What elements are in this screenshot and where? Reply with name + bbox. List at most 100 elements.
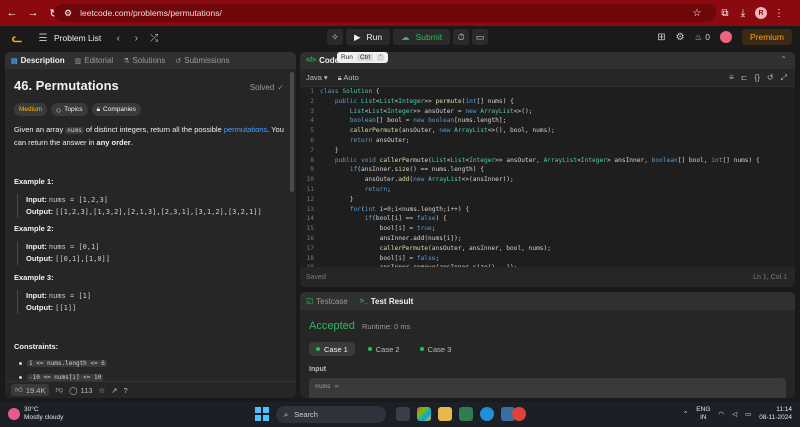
edge-browser-icon[interactable] <box>480 407 494 421</box>
taskbar-search[interactable]: ⌕ Search <box>276 406 386 423</box>
topics-tag[interactable]: ◇ Topics <box>51 103 88 116</box>
clock[interactable]: 11:14 08-11-2024 <box>759 406 792 422</box>
file-explorer-icon[interactable] <box>438 407 452 421</box>
streak-counter[interactable]: ♨ 0 <box>695 32 710 43</box>
like-button[interactable]: 👍︎ 19.4K <box>11 384 50 396</box>
difficulty-badge[interactable]: Medium <box>14 103 48 116</box>
code-line[interactable]: 6 return ansOuter; <box>300 136 795 146</box>
code-line[interactable]: 18 bool[i] = false; <box>300 254 795 264</box>
language-select[interactable]: Java ▾ <box>306 73 328 82</box>
address-bar[interactable]: ⚙ leetcode.com/problems/permutations/ <box>54 4 716 22</box>
weather-cloud-icon <box>8 408 20 420</box>
code-line[interactable]: 3 List<List<Integer>> ansOuter = new Arr… <box>300 107 795 117</box>
collapse-icon[interactable]: ⌃ <box>780 55 787 64</box>
tab-solutions[interactable]: ⚗ Solutions <box>123 56 165 65</box>
code-line[interactable]: 11 return; <box>300 185 795 195</box>
chevron-left-icon[interactable]: ‹ <box>111 31 125 45</box>
profile-avatar[interactable]: R <box>752 4 770 22</box>
case-tab-2[interactable]: Case 2 <box>361 342 407 356</box>
premium-button[interactable]: Premium <box>741 29 792 45</box>
layout-grid-icon[interactable]: ⊞ <box>657 32 665 43</box>
autocomplete-mode[interactable]: 🔒︎ Auto <box>338 73 359 83</box>
code-line[interactable]: 15 bool[i] = true; <box>300 224 795 234</box>
code-line[interactable]: 13 for(int i=0;i<nums.length;i++) { <box>300 205 795 215</box>
code-line[interactable]: 8 public void callerPermute(List<List<In… <box>300 156 795 166</box>
code-line[interactable]: 14 if(bool[i] == false) { <box>300 214 795 224</box>
wifi-icon[interactable]: ◠ <box>718 410 724 418</box>
code-text: bool[i] = false; <box>320 254 440 262</box>
back-arrow-icon[interactable]: ← <box>3 4 21 22</box>
user-avatar[interactable] <box>719 31 732 43</box>
shuffle-icon[interactable]: ⤮ <box>147 31 161 45</box>
notes-icon[interactable]: ▭ <box>472 29 489 45</box>
reset-icon[interactable]: ↺ <box>767 73 774 83</box>
chevron-up-icon[interactable]: ⌃ <box>683 410 688 418</box>
star-icon[interactable]: ☆ <box>98 386 105 395</box>
companies-tag[interactable]: 🔒︎ Companies <box>91 103 141 116</box>
battery-icon[interactable]: ▭ <box>745 410 751 418</box>
document-icon: ▤ <box>11 57 18 65</box>
format-icon[interactable]: ≡ <box>729 73 734 83</box>
code-line[interactable]: 17 callerPermute(ansOuter, ansInner, boo… <box>300 244 795 254</box>
debug-icon[interactable]: ✧ <box>327 29 343 45</box>
extensions-icon[interactable]: ⧉ <box>716 4 734 22</box>
code-line[interactable]: 7 } <box>300 146 795 156</box>
code-line[interactable]: 1 class Solution { <box>300 87 795 97</box>
code-line[interactable]: 2 public List<List<Integer>> permute(int… <box>300 97 795 107</box>
submit-button[interactable]: ☁ Submit <box>393 29 451 45</box>
tab-code[interactable]: </> Code <box>306 56 339 65</box>
code-text: for(int i=0;i<nums.length;i++) { <box>349 205 470 213</box>
line-number: 2 <box>310 97 314 105</box>
spotify-icon[interactable] <box>459 407 473 421</box>
chevron-right-icon[interactable]: › <box>129 31 143 45</box>
volume-icon[interactable]: ◁ <box>732 410 737 418</box>
fullscreen-icon[interactable]: ⤢ <box>781 73 787 83</box>
permutations-link[interactable]: permutations <box>224 125 267 134</box>
search-icon: ⌕ <box>284 409 289 419</box>
case-tab-3[interactable]: Case 3 <box>413 342 459 356</box>
tab-editorial[interactable]: ▥ Editorial <box>75 56 114 65</box>
code-text: if(ansInner.size() == nums.length) { <box>349 166 484 174</box>
leetcode-logo-icon[interactable]: ᓚ <box>10 31 24 45</box>
code-line[interactable]: 9 if(ansInner.size() == nums.length) { <box>300 165 795 175</box>
code-line[interactable]: 16 ansInner.add(nums[i]); <box>300 234 795 244</box>
thumbs-down-icon[interactable]: 👎︎ <box>55 385 63 395</box>
site-info-icon[interactable]: ⚙ <box>64 8 72 19</box>
task-view-icon[interactable] <box>396 407 410 421</box>
chrome-browser-icon[interactable] <box>512 407 526 421</box>
run-button[interactable]: ▶ Run <box>346 29 391 45</box>
code-line[interactable]: 5 callerPermute(ansOuter, new ArrayList<… <box>300 126 795 136</box>
help-icon[interactable]: ? <box>123 386 127 395</box>
tab-test-result[interactable]: >_ Test Result <box>360 297 414 306</box>
comments-button[interactable]: ◯ 113 <box>69 386 92 395</box>
runtime-text: Runtime: 0 ms <box>362 322 411 331</box>
weather-widget[interactable]: 30°C Mostly cloudy <box>8 406 63 422</box>
tab-description[interactable]: ▤ Description <box>11 56 65 65</box>
code-editor[interactable]: 1 class Solution {2 public List<List<Inte… <box>300 87 795 267</box>
code-line[interactable]: 10 ansOuter.add(new ArrayList<>(ansInner… <box>300 175 795 185</box>
windows-start-icon[interactable] <box>255 407 269 421</box>
share-icon[interactable]: ↗ <box>111 386 117 395</box>
example-2-title: Example 2: <box>14 224 54 233</box>
example-3-title: Example 3: <box>14 273 54 282</box>
timer-icon[interactable]: ⏱ <box>453 29 470 45</box>
braces-icon[interactable]: {} <box>755 73 760 83</box>
download-icon[interactable]: ⤓ <box>734 4 752 22</box>
bookmark-star-icon[interactable]: ☆ <box>688 4 706 22</box>
forward-arrow-icon[interactable]: → <box>24 4 42 22</box>
description-scrollbar[interactable] <box>290 72 294 192</box>
example-2-block: Input: nums = [0,1] Output: [[0,1],[1,0]… <box>17 241 110 265</box>
menu-kebab-icon[interactable]: ⋮ <box>770 4 788 22</box>
line-number: 8 <box>310 156 314 164</box>
bookmark-icon[interactable]: ⊏ <box>741 73 748 83</box>
tab-testcase[interactable]: ☑ Testcase <box>306 297 348 306</box>
comment-icon: ◯ <box>69 385 78 395</box>
problem-list-link[interactable]: Problem List <box>54 33 101 43</box>
code-line[interactable]: 4 boolean[] bool = new boolean[nums.leng… <box>300 116 795 126</box>
tab-submissions[interactable]: ↺ Submissions <box>175 56 229 65</box>
language-indicator[interactable]: ENG IN <box>696 406 710 422</box>
code-line[interactable]: 12 } <box>300 195 795 205</box>
settings-gear-icon[interactable]: ⚙ <box>676 32 685 43</box>
copilot-icon[interactable] <box>417 407 431 421</box>
case-tab-1[interactable]: Case 1 <box>309 342 355 356</box>
